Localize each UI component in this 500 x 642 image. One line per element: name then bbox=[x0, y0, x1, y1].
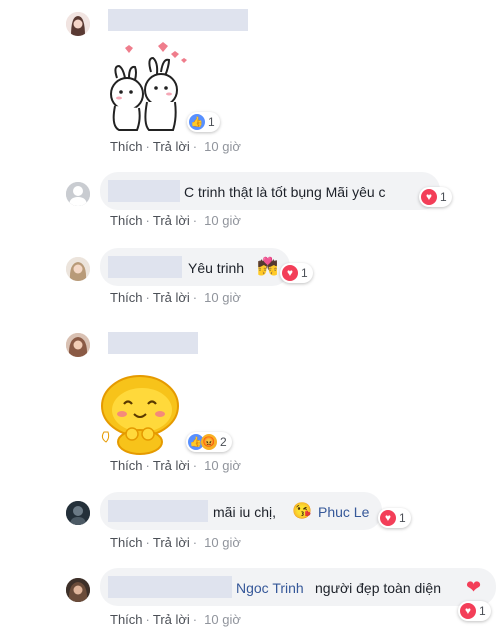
reaction-count: 1 bbox=[301, 266, 308, 280]
avatar[interactable] bbox=[66, 12, 90, 36]
like-link[interactable]: Thích bbox=[110, 139, 143, 154]
comment-actions: Thích · Trả lời · 10 giờ bbox=[110, 458, 241, 473]
like-link[interactable]: Thích bbox=[110, 458, 143, 473]
reply-link[interactable]: Trả lời bbox=[153, 458, 190, 473]
avatar-photo-icon bbox=[66, 578, 90, 602]
love-reaction-icon: ♥ bbox=[380, 510, 396, 526]
heart-emoji: ❤ bbox=[466, 577, 482, 597]
avatar-photo-icon bbox=[66, 12, 90, 36]
reply-link[interactable]: Trả lời bbox=[153, 213, 190, 228]
reply-link[interactable]: Trả lời bbox=[153, 290, 190, 305]
reaction-count: 1 bbox=[440, 190, 447, 204]
comment-timestamp[interactable]: 10 giờ bbox=[204, 535, 241, 550]
comment-actions: Thích · Trả lời · 10 giờ bbox=[110, 213, 241, 228]
reaction-count: 1 bbox=[399, 511, 406, 525]
avatar[interactable] bbox=[66, 182, 90, 206]
like-link[interactable]: Thích bbox=[110, 213, 143, 228]
avatar[interactable] bbox=[66, 501, 90, 525]
commenter-name-redacted[interactable] bbox=[108, 332, 198, 354]
comment-actions: Thích · Trả lời · 10 giờ bbox=[110, 535, 241, 550]
avatar[interactable] bbox=[66, 257, 90, 281]
default-avatar-icon bbox=[66, 182, 90, 206]
commenter-name-redacted[interactable] bbox=[108, 9, 248, 31]
love-reaction-icon: ♥ bbox=[282, 265, 298, 281]
commenter-name-redacted[interactable] bbox=[108, 256, 182, 278]
reaction-summary[interactable]: ♥ 1 bbox=[280, 263, 313, 283]
comment-timestamp[interactable]: 10 giờ bbox=[204, 458, 241, 473]
comment-text: C trinh thật là tốt bụng Mãi yêu c bbox=[184, 184, 386, 200]
like-link[interactable]: Thích bbox=[110, 612, 143, 627]
love-reaction-icon: ♥ bbox=[460, 603, 476, 619]
mention-link[interactable]: Ngoc Trinh bbox=[236, 579, 304, 597]
avatar[interactable] bbox=[66, 578, 90, 602]
avatar[interactable] bbox=[66, 333, 90, 357]
commenter-name-redacted[interactable] bbox=[108, 576, 232, 598]
comment-timestamp[interactable]: 10 giờ bbox=[204, 290, 241, 305]
reply-link[interactable]: Trả lời bbox=[153, 139, 190, 154]
comment-actions: Thích · Trả lời · 10 giờ bbox=[110, 612, 241, 627]
comment-actions: Thích · Trả lời · 10 giờ bbox=[110, 290, 241, 305]
reaction-summary[interactable]: 👍 😡 2 bbox=[186, 432, 232, 452]
commenter-name-redacted[interactable] bbox=[108, 180, 180, 202]
commenter-name-redacted[interactable] bbox=[108, 500, 208, 522]
comment-timestamp[interactable]: 10 giờ bbox=[204, 139, 241, 154]
like-reaction-icon: 👍 bbox=[189, 114, 205, 130]
kiss-face-emoji: 😘 bbox=[292, 503, 312, 520]
reaction-summary[interactable]: ♥ 1 bbox=[458, 601, 491, 621]
comment-timestamp[interactable]: 10 giờ bbox=[204, 612, 241, 627]
reaction-summary[interactable]: 👍 1 bbox=[187, 112, 220, 132]
comment-text: người đẹp toàn diện bbox=[315, 580, 441, 596]
reply-link[interactable]: Trả lời bbox=[153, 612, 190, 627]
reaction-count: 1 bbox=[479, 604, 486, 618]
couple-kiss-emoji: 💏 bbox=[257, 257, 279, 276]
love-reaction-icon: ♥ bbox=[421, 189, 437, 205]
reaction-count: 2 bbox=[220, 435, 227, 449]
reaction-count: 1 bbox=[208, 115, 215, 129]
like-link[interactable]: Thích bbox=[110, 290, 143, 305]
rabbit-hug-sticker bbox=[110, 42, 187, 131]
avatar-photo-icon bbox=[66, 333, 90, 357]
reply-link[interactable]: Trả lời bbox=[153, 535, 190, 550]
avatar-photo-icon bbox=[66, 501, 90, 525]
comment-text: mãi iu chị, bbox=[213, 504, 277, 520]
avatar-photo-icon bbox=[66, 257, 90, 281]
comment-timestamp[interactable]: 10 giờ bbox=[204, 213, 241, 228]
reaction-summary[interactable]: ♥ 1 bbox=[419, 187, 452, 207]
reaction-summary[interactable]: ♥ 1 bbox=[378, 508, 411, 528]
like-link[interactable]: Thích bbox=[110, 535, 143, 550]
comment-actions: Thích · Trả lời · 10 giờ bbox=[110, 139, 241, 154]
comment-text: Yêu trinh bbox=[188, 260, 245, 276]
mention-link[interactable]: Phuc Le bbox=[318, 503, 369, 521]
angry-reaction-icon: 😡 bbox=[201, 434, 217, 450]
yellow-blob-sticker bbox=[101, 375, 179, 455]
